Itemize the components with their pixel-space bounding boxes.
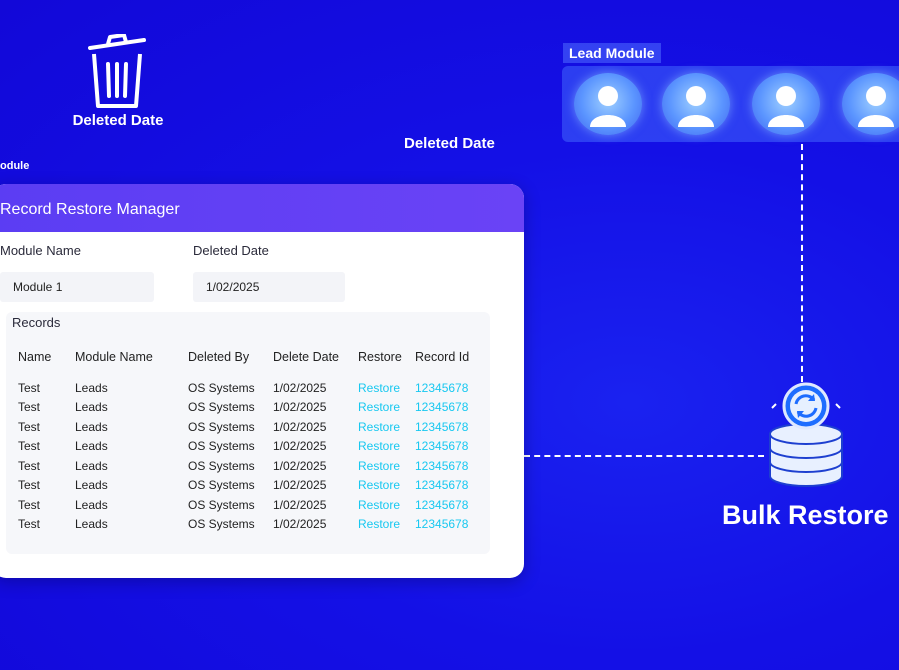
table-cell: 1/02/2025 (273, 458, 327, 473)
table-cell: Leads (75, 458, 108, 473)
restore-link[interactable]: Restore (358, 495, 415, 515)
record-id-link[interactable]: 12345678 (415, 437, 485, 457)
restore-link[interactable]: Restore (358, 515, 415, 535)
record-restore-card: Record Restore Manager Module Name Delet… (0, 184, 524, 578)
table-cell: Test (18, 419, 41, 434)
column-header: Delete Date (273, 350, 340, 364)
restore-link[interactable]: Restore (358, 456, 415, 476)
table-cell: Leads (75, 478, 108, 493)
trash-icon (88, 34, 146, 108)
column-header: Module Name (75, 350, 153, 364)
bulk-restore-label: Bulk Restore (722, 500, 889, 530)
column-header: Record Id (415, 350, 470, 364)
table-cell: 1/02/2025 (273, 517, 327, 532)
table-cell: 1/02/2025 (273, 478, 327, 493)
table-cell: 1/02/2025 (273, 380, 327, 395)
record-id-link[interactable]: 12345678 (415, 515, 485, 535)
table-cell: Leads (75, 439, 108, 454)
record-id-link[interactable]: 12345678 (415, 398, 485, 418)
table-row: Test Leads OS Systems 1/02/2025 Restore 12345… (18, 417, 485, 437)
table-row: Test Leads OS Systems 1/02/2025 Restore 12345… (18, 378, 485, 398)
restore-link[interactable]: Restore (358, 437, 415, 457)
record-id-link[interactable]: 12345678 (415, 476, 485, 496)
restore-link[interactable]: Restore (358, 417, 415, 437)
table-row: Test Leads OS Systems 1/02/2025 Restore 12345… (18, 437, 485, 457)
record-id-link[interactable]: 12345678 (415, 495, 485, 515)
horizontal-connector (524, 455, 764, 457)
user-avatar-icon (574, 73, 642, 135)
user-avatar-icon (752, 73, 820, 135)
table-cell: OS Systems (188, 478, 255, 493)
column-header: Deleted By (188, 350, 250, 364)
table-cell: 1/02/2025 (273, 497, 327, 512)
module-label-fragment: odule (0, 160, 30, 172)
table-cell: OS Systems (188, 439, 255, 454)
table-cell: OS Systems (188, 517, 255, 532)
lead-module-panel (562, 66, 899, 142)
deleted-date-heading: Deleted Date (404, 135, 495, 152)
table-cell: Leads (75, 400, 108, 415)
module-name-field[interactable]: Module 1 (0, 272, 154, 302)
table-cell: OS Systems (188, 458, 255, 473)
restore-link[interactable]: Restore (358, 476, 415, 496)
table-row: Test Leads OS Systems 1/02/2025 Restore 12345… (18, 476, 485, 496)
table-cell: Test (18, 458, 41, 473)
table-cell: Leads (75, 380, 108, 395)
table-cell: Test (18, 439, 41, 454)
record-id-link[interactable]: 12345678 (415, 456, 485, 476)
user-avatar-icon (662, 73, 730, 135)
column-header: Restore (358, 350, 402, 364)
card-title: Record Restore Manager (0, 184, 524, 232)
table-cell: Test (18, 497, 41, 512)
table-row: Test Leads OS Systems 1/02/2025 Restore 12345… (18, 515, 485, 535)
table-header-row: Name Module Name Deleted By Delete Date … (18, 350, 485, 378)
record-id-link[interactable]: 12345678 (415, 378, 485, 398)
table-cell: Leads (75, 419, 108, 434)
module-name-label: Module Name (0, 243, 81, 258)
records-table: Name Module Name Deleted By Delete Date … (18, 350, 485, 534)
table-cell: OS Systems (188, 419, 255, 434)
lead-module-title: Lead Module (563, 43, 661, 63)
trash-label: Deleted Date (72, 112, 164, 129)
table-cell: Test (18, 478, 41, 493)
table-cell: 1/02/2025 (273, 419, 327, 434)
records-label: Records (12, 315, 61, 330)
database-restore-icon (769, 382, 843, 487)
restore-link[interactable]: Restore (358, 398, 415, 418)
table-row: Test Leads OS Systems 1/02/2025 Restore 12345… (18, 456, 485, 476)
table-cell: 1/02/2025 (273, 400, 327, 415)
user-avatar-icon (842, 73, 899, 135)
table-cell: Leads (75, 497, 108, 512)
table-cell: Test (18, 400, 41, 415)
table-row: Test Leads OS Systems 1/02/2025 Restore 12345… (18, 495, 485, 515)
restore-link[interactable]: Restore (358, 378, 415, 398)
table-cell: OS Systems (188, 380, 255, 395)
table-cell: OS Systems (188, 497, 255, 512)
vertical-connector (801, 144, 803, 382)
table-row: Test Leads OS Systems 1/02/2025 Restore 12345… (18, 398, 485, 418)
column-header: Name (18, 350, 52, 364)
table-cell: Test (18, 517, 41, 532)
deleted-date-field[interactable]: 1/02/2025 (193, 272, 345, 302)
table-cell: Leads (75, 517, 108, 532)
deleted-date-label: Deleted Date (193, 243, 269, 258)
table-cell: OS Systems (188, 400, 255, 415)
record-id-link[interactable]: 12345678 (415, 417, 485, 437)
table-cell: Test (18, 380, 41, 395)
table-cell: 1/02/2025 (273, 439, 327, 454)
